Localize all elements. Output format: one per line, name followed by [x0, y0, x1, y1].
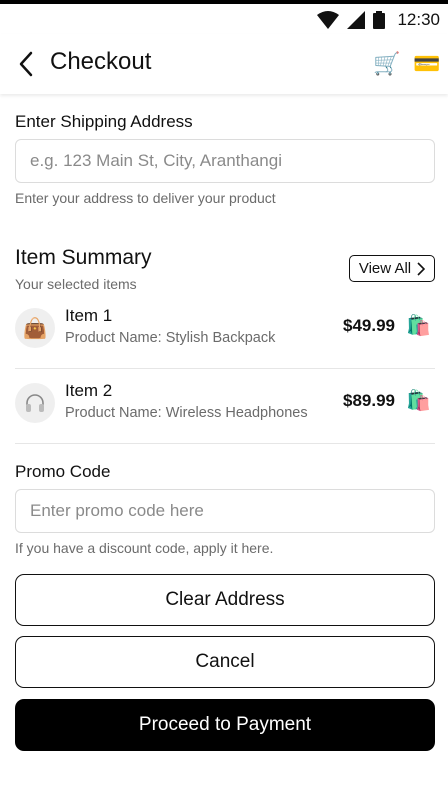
status-bar: 12:30 — [0, 0, 448, 34]
list-item[interactable]: Item 2 Product Name: Wireless Headphones… — [15, 371, 435, 445]
shopping-bag-icon[interactable]: 🛍️ — [406, 388, 431, 413]
wifi-icon — [317, 11, 340, 29]
item-name: Item 2 — [65, 381, 113, 400]
promo-code-input[interactable] — [15, 489, 435, 533]
shopping-cart-icon[interactable]: 🛒 — [373, 51, 400, 77]
promo-code-label: Promo Code — [15, 462, 111, 481]
handbag-icon: 👜 — [15, 308, 55, 348]
list-item[interactable]: 👜 Item 1 Product Name: Stylish Backpack … — [15, 296, 435, 370]
shipping-address-input[interactable] — [15, 139, 435, 183]
promo-code-helper: If you have a discount code, apply it he… — [15, 540, 274, 556]
back-arrow-icon — [19, 51, 33, 77]
cancel-button[interactable]: Cancel — [15, 636, 435, 688]
item-description: Product Name: Wireless Headphones — [65, 405, 308, 421]
item-summary-subtitle: Your selected items — [15, 276, 137, 292]
item-price: $49.99 — [343, 316, 395, 335]
signal-icon — [347, 11, 366, 29]
page-title: Checkout — [50, 48, 152, 75]
item-name: Item 1 — [65, 306, 113, 325]
divider — [15, 443, 435, 444]
app-bar: Checkout 🛒 💳 — [0, 34, 448, 94]
credit-card-icon[interactable]: 💳 — [413, 51, 440, 77]
status-icons: 12:30 — [317, 10, 440, 30]
item-price: $89.99 — [343, 391, 395, 410]
chevron-right-icon — [417, 261, 426, 276]
shipping-address-label: Enter Shipping Address — [15, 112, 193, 131]
item-summary-title: Item Summary — [15, 246, 152, 269]
shipping-address-helper: Enter your address to deliver your produ… — [15, 190, 276, 206]
shopping-bag-icon[interactable]: 🛍️ — [406, 313, 431, 338]
battery-icon — [373, 11, 386, 29]
divider — [15, 368, 435, 369]
status-time: 12:30 — [397, 10, 440, 29]
view-all-button[interactable]: View All — [349, 255, 435, 282]
back-button[interactable] — [12, 50, 40, 78]
clear-address-button[interactable]: Clear Address — [15, 574, 435, 626]
item-description: Product Name: Stylish Backpack — [65, 330, 276, 346]
headphones-icon — [15, 383, 55, 423]
proceed-to-payment-button[interactable]: Proceed to Payment — [15, 699, 435, 751]
view-all-label: View All — [358, 260, 412, 277]
